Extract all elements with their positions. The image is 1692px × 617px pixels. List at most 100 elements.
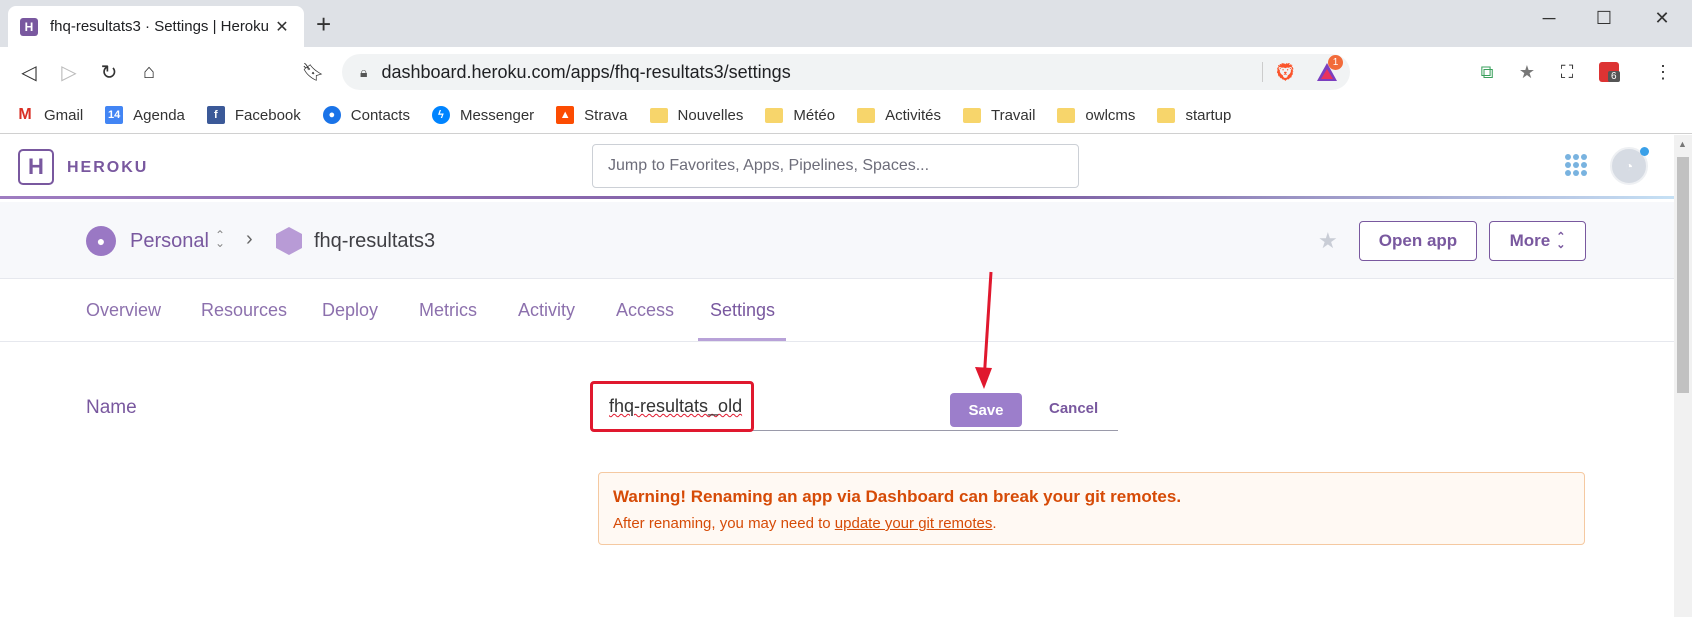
apps-grid-icon[interactable]	[1565, 154, 1587, 176]
bookmark-startup[interactable]: startup	[1157, 107, 1231, 124]
bookmark-messenger[interactable]: ϟ Messenger	[431, 106, 535, 124]
lock-icon: 🔒︎	[360, 63, 368, 80]
rename-warning: Warning! Renaming an app via Dashboard c…	[598, 472, 1585, 545]
favorite-star-icon[interactable]: ★	[1318, 228, 1338, 254]
page-scrollbar[interactable]: ▲	[1674, 135, 1692, 617]
tab-settings[interactable]: Settings	[710, 300, 775, 321]
folder-icon	[962, 107, 981, 123]
calendar-icon: 14	[105, 106, 124, 124]
bookmark-contacts[interactable]: ● Contacts	[322, 106, 410, 124]
tab-resources[interactable]: Resources	[201, 300, 287, 321]
contacts-icon: ●	[322, 106, 341, 124]
more-label: More	[1509, 231, 1551, 250]
warning-prefix: After renaming, you may need to	[613, 515, 835, 532]
extension-icon[interactable]: 6	[1596, 59, 1622, 85]
active-tab-indicator	[698, 338, 786, 341]
bookmark-gmail[interactable]: M Gmail	[16, 106, 83, 124]
forward-icon[interactable]: ▷	[56, 59, 82, 85]
folder-icon	[857, 107, 876, 123]
bookmark-facebook[interactable]: f Facebook	[206, 106, 301, 124]
home-icon[interactable]: ⌂	[136, 59, 162, 85]
bookmark-strava[interactable]: ▲ Strava	[556, 106, 628, 124]
menu-icon[interactable]: ⋮	[1650, 59, 1676, 85]
bookmark-travail[interactable]: Travail	[962, 107, 1035, 124]
personal-avatar-icon: ●	[86, 226, 116, 256]
app-name-breadcrumb[interactable]: fhq-resultats3	[314, 230, 435, 253]
browser-tab-title: fhq-resultats3 · Settings | Heroku	[50, 18, 269, 35]
heroku-wordmark[interactable]: HEROKU	[67, 159, 148, 177]
tab-access[interactable]: Access	[616, 300, 674, 321]
tab-overview[interactable]: Overview	[86, 300, 161, 321]
heroku-favicon-icon: H	[20, 17, 38, 36]
browser-toolbar: ◁ ▷ ↻ ⌂ 🔖︎ 🔒︎ dashboard.heroku.com/apps/…	[0, 47, 1692, 97]
address-url: dashboard.heroku.com/apps/fhq-resultats3…	[381, 61, 791, 82]
warning-title: Warning! Renaming an app via Dashboard c…	[613, 487, 1182, 506]
more-chevron-icon: ⌃ ⌄	[1556, 231, 1566, 251]
bookmark-agenda[interactable]: 14 Agenda	[105, 106, 185, 124]
warning-suffix: .	[992, 515, 997, 532]
bookmark-label: Messenger	[459, 106, 535, 124]
name-label: Name	[86, 397, 137, 418]
app-nav-tabs: Overview Resources Deploy Metrics Activi…	[0, 279, 1674, 342]
app-name-input[interactable]: fhq-resultats_old	[590, 381, 754, 432]
maximize-icon[interactable]: ☐	[1592, 8, 1616, 29]
screenshot-icon[interactable]: ⛶	[1554, 59, 1580, 85]
bookmark-label: Strava	[584, 106, 628, 124]
heroku-page: H HEROKU Jump to Favorites, Apps, Pipeli…	[0, 135, 1674, 617]
bookmarks-bar: M Gmail 14 Agenda f Facebook ● Contacts ϟ Mes…	[0, 97, 1692, 134]
open-app-button[interactable]: Open app	[1359, 221, 1477, 261]
bookmark-activites[interactable]: Activités	[857, 107, 941, 124]
jump-search-input[interactable]: Jump to Favorites, Apps, Pipelines, Spac…	[592, 144, 1079, 188]
bookmark-owlcms[interactable]: owlcms	[1057, 107, 1135, 124]
heroku-logo-icon[interactable]: H	[18, 149, 54, 185]
heroku-header: H HEROKU Jump to Favorites, Apps, Pipeli…	[0, 135, 1674, 199]
account-switcher[interactable]: Personal	[130, 230, 209, 253]
bookmark-label: Agenda	[133, 106, 185, 124]
tab-metrics[interactable]: Metrics	[419, 300, 477, 321]
folder-icon	[765, 107, 784, 123]
bookmark-meteo[interactable]: Météo	[765, 107, 835, 124]
account-chevron-icon[interactable]: ⌃ ⌄	[215, 229, 225, 249]
address-separator	[1262, 62, 1263, 82]
bookmark-nouvelles[interactable]: Nouvelles	[649, 106, 744, 124]
new-tab-icon[interactable]: +	[316, 11, 331, 37]
minimize-icon[interactable]: ─	[1537, 8, 1561, 29]
back-icon[interactable]: ◁	[16, 59, 42, 85]
folder-icon	[649, 107, 668, 123]
bookmark-icon[interactable]: 🔖︎	[300, 59, 326, 85]
scrollbar-thumb[interactable]	[1677, 157, 1689, 393]
folder-icon	[1057, 107, 1076, 123]
bookmark-label: Météo	[793, 106, 836, 124]
reload-icon[interactable]: ↻	[96, 59, 122, 85]
save-button[interactable]: Save	[950, 393, 1022, 427]
brave-shield-icon[interactable]: 🦁︎	[1272, 59, 1298, 85]
cancel-button[interactable]: Cancel	[1049, 400, 1098, 417]
bookmark-label: Nouvelles	[677, 106, 744, 124]
notification-dot	[1640, 147, 1649, 156]
star-bookmark-icon[interactable]: ★	[1514, 59, 1540, 85]
folder-icon	[1157, 107, 1176, 123]
bookmark-label: Contacts	[350, 106, 410, 124]
more-button[interactable]: More ⌃ ⌄	[1489, 221, 1586, 261]
cast-page-icon[interactable]: ⧉	[1474, 59, 1500, 85]
scroll-up-icon[interactable]: ▲	[1678, 139, 1687, 149]
messenger-icon: ϟ	[431, 106, 450, 124]
warning-body: After renaming, you may need to update y…	[613, 515, 1570, 532]
bookmark-label: Activités	[885, 106, 941, 124]
address-bar[interactable]: 🔒︎ dashboard.heroku.com/apps/fhq-resulta…	[342, 54, 1350, 90]
extension-badge: 6	[1608, 71, 1620, 82]
bookmark-label: Gmail	[44, 106, 84, 124]
rewards-badge: 1	[1328, 55, 1343, 70]
breadcrumb-chevron-icon: ›	[246, 228, 253, 250]
window-close-icon[interactable]: ✕	[1650, 8, 1674, 29]
brave-rewards-icon[interactable]: 1	[1314, 55, 1343, 85]
close-tab-icon[interactable]: ✕	[272, 17, 292, 37]
tab-deploy[interactable]: Deploy	[322, 300, 378, 321]
tab-activity[interactable]: Activity	[518, 300, 575, 321]
app-hexagon-icon	[276, 227, 302, 255]
strava-icon: ▲	[556, 106, 575, 124]
browser-tab[interactable]: H fhq-resultats3 · Settings | Heroku ✕	[8, 6, 304, 47]
update-git-remotes-link[interactable]: update your git remotes	[835, 515, 993, 532]
bookmark-label: Facebook	[234, 106, 301, 124]
facebook-icon: f	[206, 106, 225, 124]
